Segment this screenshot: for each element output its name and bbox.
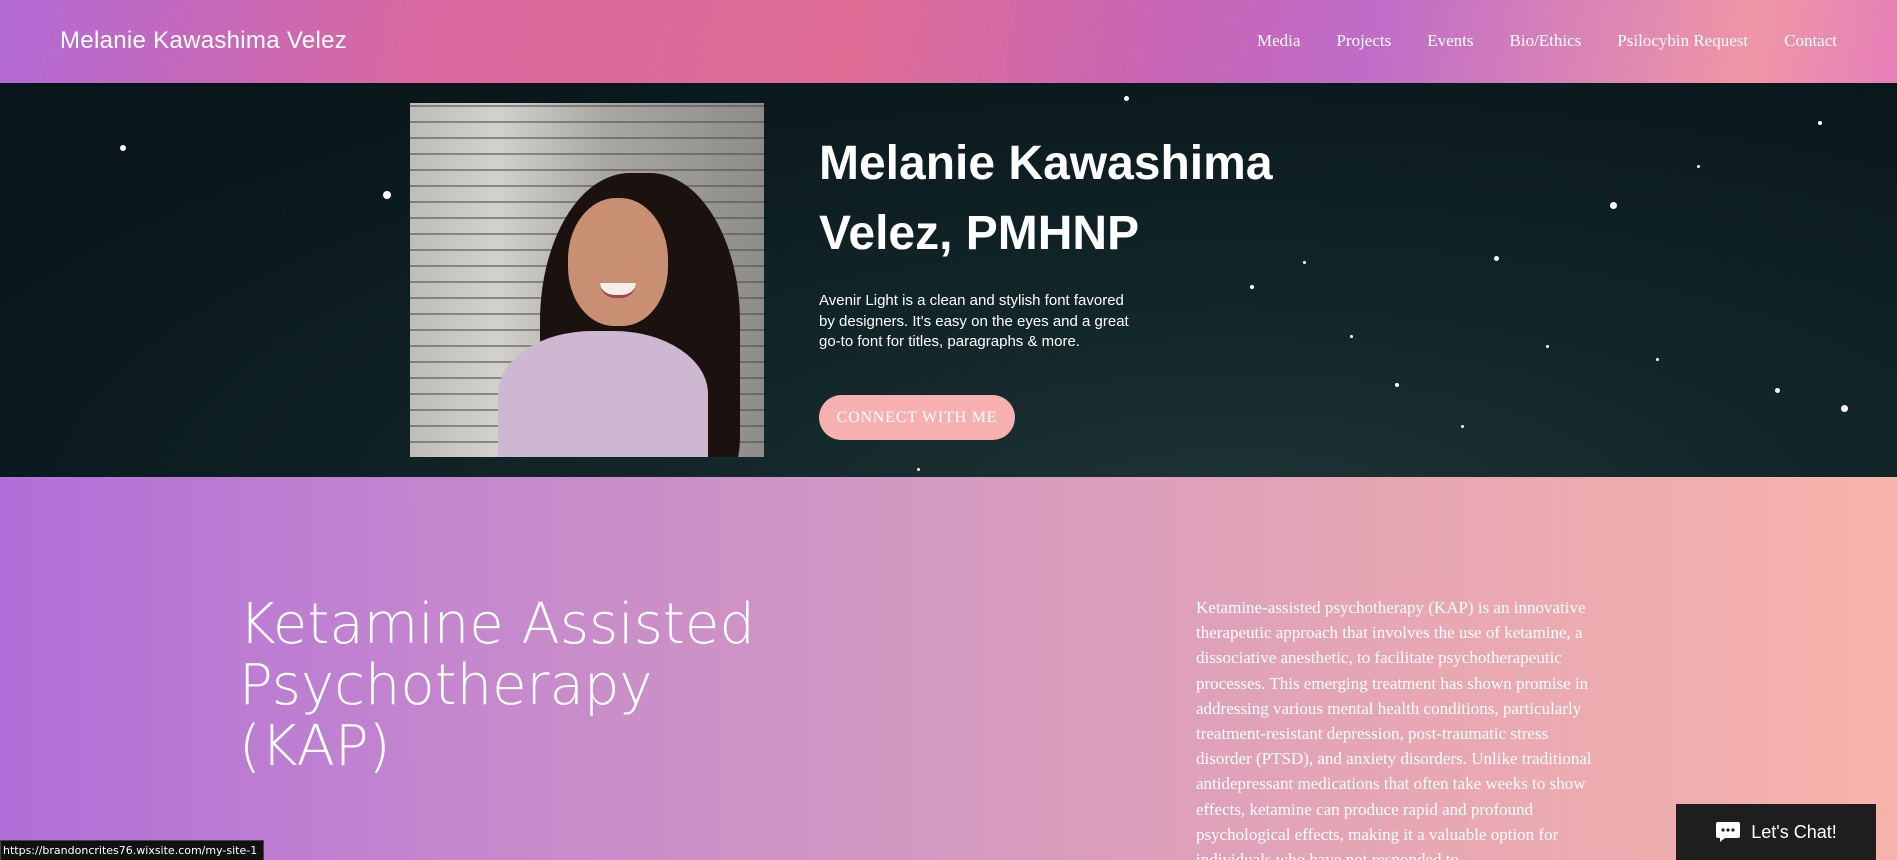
star-decoration	[383, 191, 391, 199]
site-title[interactable]: Melanie Kawashima Velez	[60, 27, 347, 55]
star-decoration	[1841, 405, 1848, 412]
star-decoration	[1656, 358, 1659, 361]
star-decoration	[1818, 121, 1822, 125]
nav-item-psilocybin-request[interactable]: Psilocybin Request	[1617, 31, 1748, 51]
star-decoration	[1610, 202, 1617, 209]
site-header: Melanie Kawashima Velez Media Projects E…	[0, 0, 1897, 83]
hero-section: Melanie Kawashima Velez, PMHNP Avenir Li…	[0, 83, 1897, 477]
chat-bubble-icon	[1715, 821, 1741, 843]
profile-photo	[410, 103, 764, 457]
nav-item-contact[interactable]: Contact	[1784, 31, 1837, 51]
star-decoration	[1250, 285, 1254, 289]
kap-section: Ketamine Assisted Psychotherapy (KAP) Ke…	[0, 477, 1897, 860]
nav-item-events[interactable]: Events	[1427, 31, 1473, 51]
connect-with-me-button[interactable]: CONNECT WITH ME	[819, 395, 1015, 440]
hero-description: Avenir Light is a clean and stylish font…	[819, 292, 1129, 350]
profile-face	[568, 198, 668, 326]
nav-item-bio-ethics[interactable]: Bio/Ethics	[1510, 31, 1582, 51]
star-decoration	[1350, 335, 1353, 338]
kap-description: Ketamine-assisted psychotherapy (KAP) is…	[1196, 598, 1592, 860]
nav-item-media[interactable]: Media	[1257, 31, 1300, 51]
star-decoration	[917, 468, 920, 471]
profile-blouse	[498, 331, 708, 457]
lets-chat-button[interactable]: Let's Chat!	[1676, 804, 1876, 860]
main-nav: Media Projects Events Bio/Ethics Psilocy…	[1221, 31, 1837, 51]
star-decoration	[1697, 165, 1700, 168]
star-decoration	[1461, 425, 1464, 428]
nav-item-projects[interactable]: Projects	[1336, 31, 1391, 51]
lets-chat-label: Let's Chat!	[1751, 821, 1837, 842]
kap-title: Ketamine Assisted Psychotherapy (KAP)	[239, 592, 755, 779]
star-decoration	[1775, 388, 1780, 393]
status-bar-url: https://brandoncrites76.wixsite.com/my-s…	[0, 840, 265, 860]
hero-title: Melanie Kawashima Velez, PMHNP	[819, 137, 1273, 260]
star-decoration	[1494, 256, 1499, 261]
star-decoration	[1546, 345, 1549, 348]
star-decoration	[1124, 96, 1129, 101]
star-decoration	[1395, 383, 1399, 387]
star-decoration	[120, 145, 126, 151]
